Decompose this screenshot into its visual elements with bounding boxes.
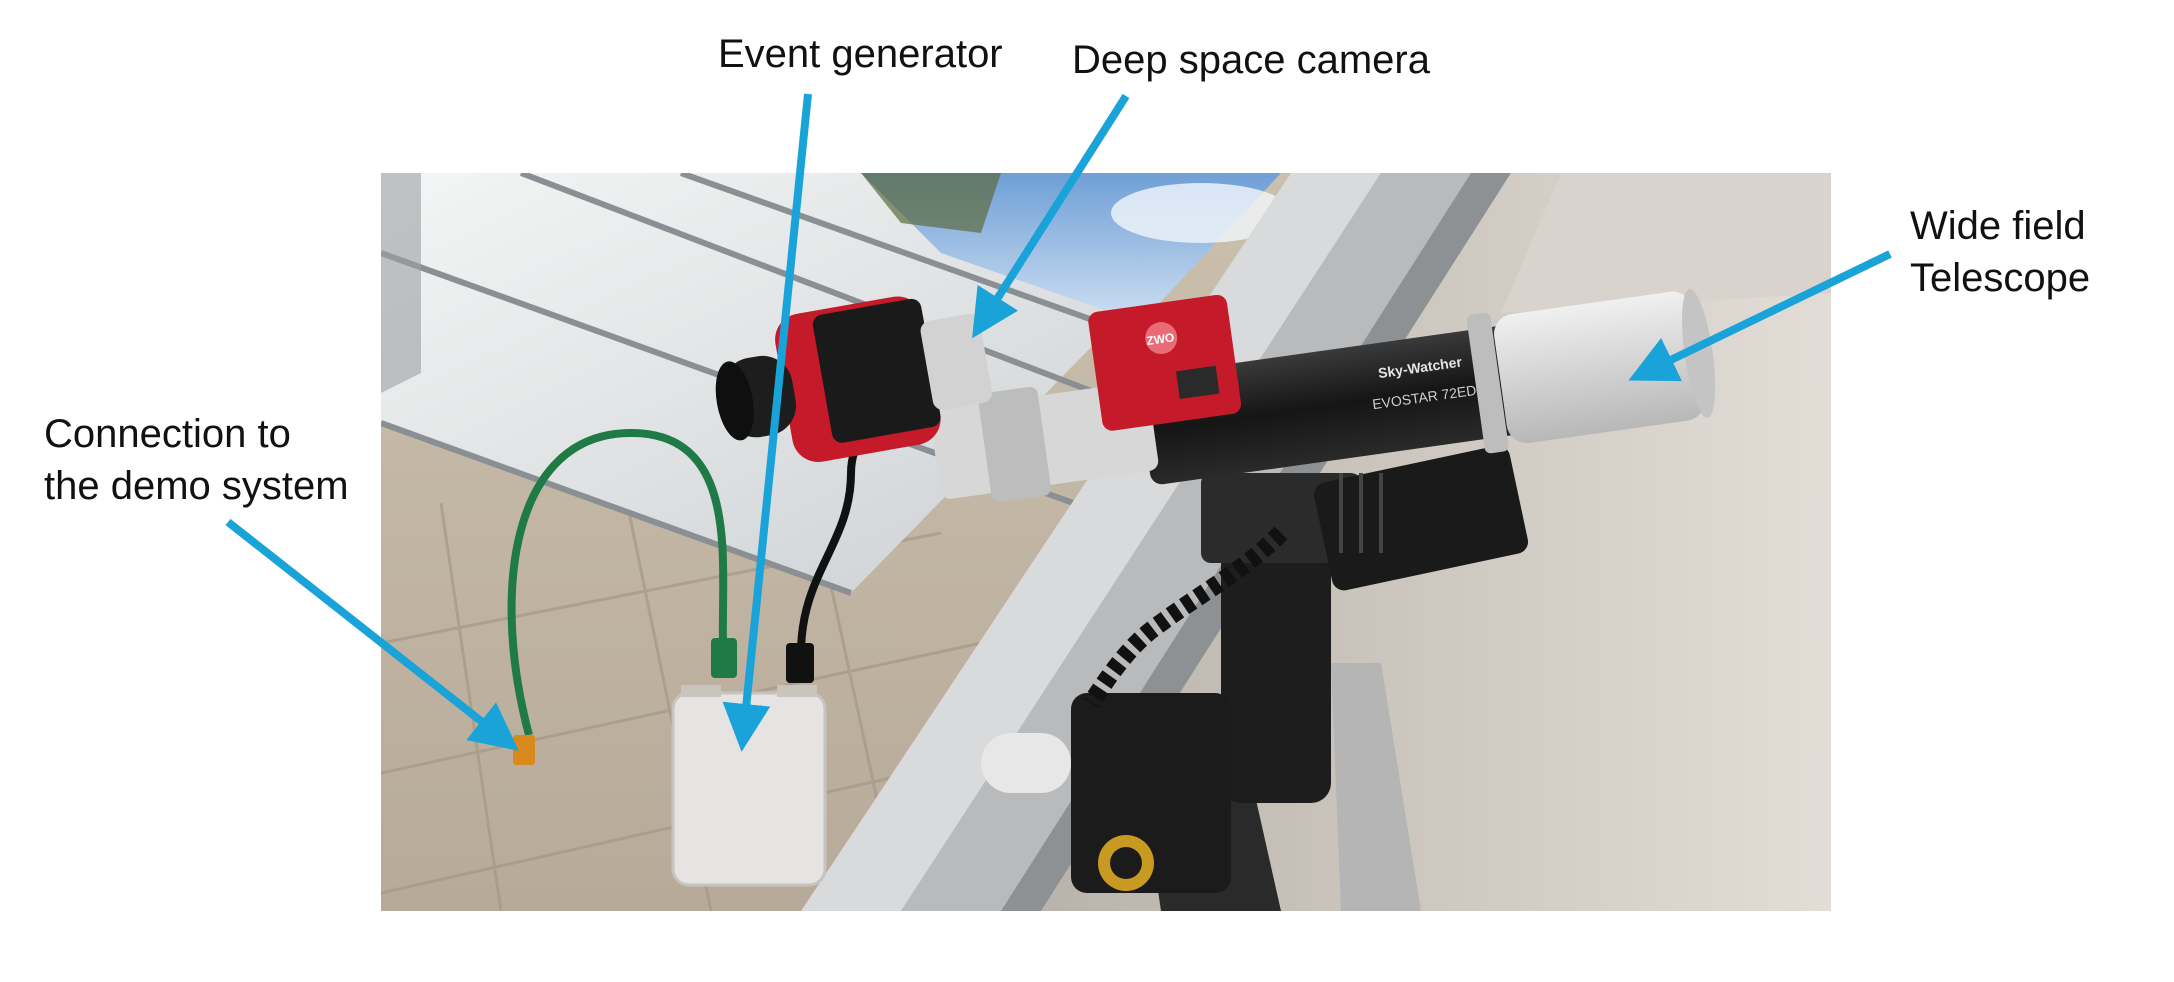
annotation-arrows [225, 93, 1892, 752]
wide-field-telescope-arrow [1628, 250, 1892, 382]
event-generator-arrow [722, 93, 812, 752]
connection-arrow [225, 518, 519, 751]
deep-space-camera-arrow [972, 93, 1130, 339]
